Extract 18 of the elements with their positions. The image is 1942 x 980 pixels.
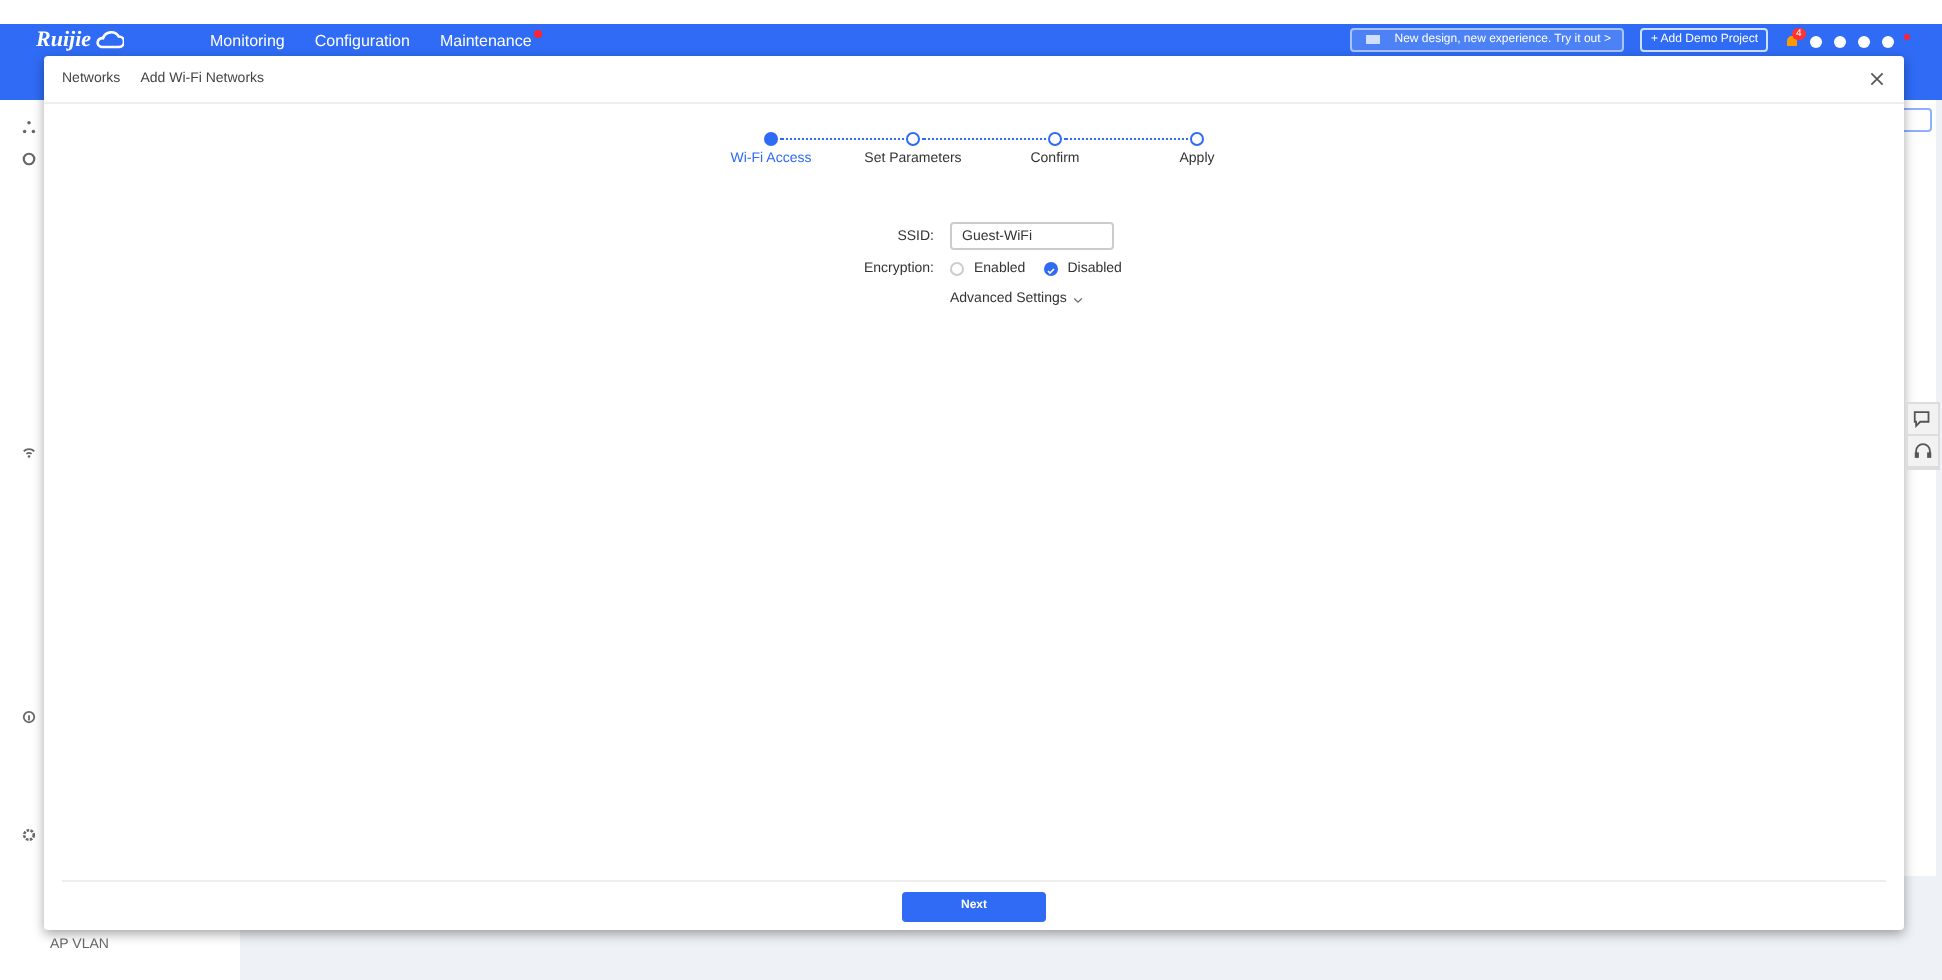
headset-icon: [1912, 440, 1934, 462]
nav-item[interactable]: Monitoring: [210, 32, 285, 50]
logo: Ruijie: [36, 27, 92, 51]
close-button[interactable]: [1868, 70, 1886, 88]
wifi-icon[interactable]: [22, 446, 36, 460]
info-icon[interactable]: [22, 710, 36, 724]
step-connector: [780, 138, 904, 140]
chevron-down-icon: [1072, 293, 1085, 305]
settings-icon[interactable]: [22, 828, 36, 842]
cloud-icon: [95, 25, 124, 53]
close-icon: [1868, 70, 1886, 88]
network-icon[interactable]: [22, 120, 36, 134]
step-connector: [1064, 138, 1188, 140]
chat-icon: [1912, 408, 1934, 430]
nav-item[interactable]: Configuration: [314, 32, 410, 50]
monitor-icon: [1364, 32, 1383, 48]
step-connector: [922, 138, 1046, 140]
nav-item[interactable]: Maintenance: [439, 32, 532, 50]
